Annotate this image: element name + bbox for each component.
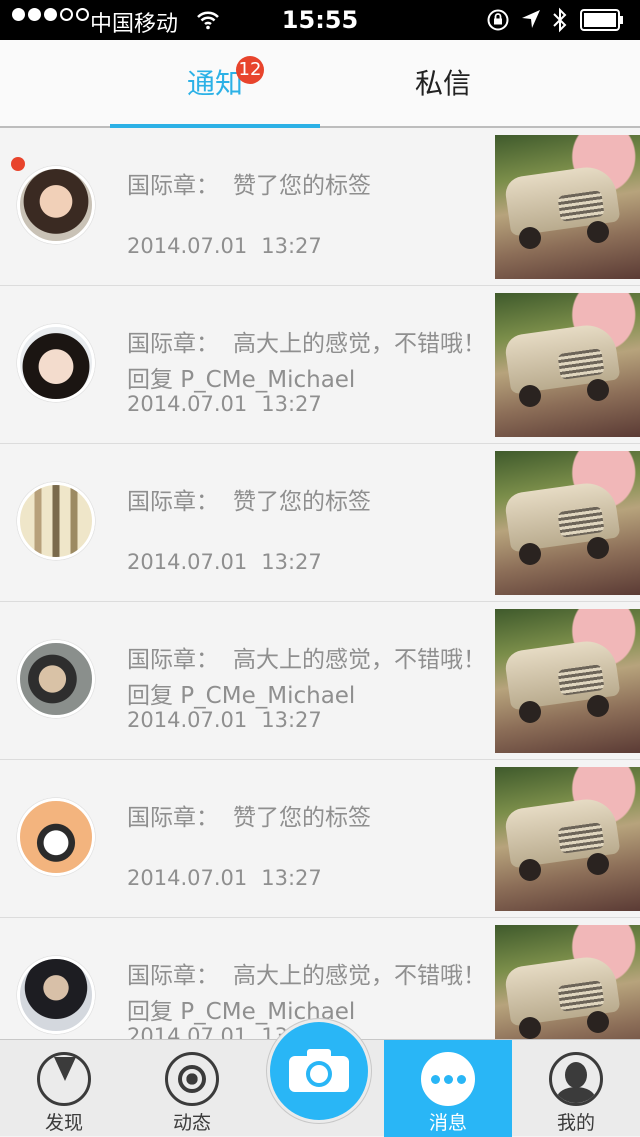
post-thumbnail[interactable] [495, 609, 640, 753]
tab-header: 通知 12 私信 [0, 40, 640, 128]
notification-reply: 回复 P_CMe_Michael [127, 367, 356, 393]
notification-time: 13:27 [261, 708, 322, 732]
notification-user: 国际章： [127, 963, 219, 989]
camera-icon [289, 1049, 349, 1092]
battery-icon [580, 9, 623, 31]
avatar[interactable] [17, 640, 95, 718]
tabbar-discover[interactable]: 发现 [0, 1040, 128, 1137]
notification-timestamp: 2014.07.01 13:27 [127, 550, 322, 574]
location-arrow-icon [522, 10, 540, 28]
notification-content: 高大上的感觉，不错哦！ [233, 647, 486, 673]
notification-time: 13:27 [261, 234, 322, 258]
notification-user: 国际章： [127, 489, 219, 515]
notification-reply: 回复 P_CMe_Michael [127, 683, 356, 709]
notification-time: 13:27 [261, 392, 322, 416]
tabbar-mine-label: 我的 [556, 1112, 595, 1134]
notification-time: 13:27 [261, 550, 322, 574]
tabbar-activity[interactable]: 动态 [128, 1040, 256, 1137]
tabbar-mine[interactable]: 我的 [512, 1040, 640, 1137]
notification-content: 高大上的感觉，不错哦！ [233, 331, 486, 357]
tabbar-activity-label: 动态 [172, 1112, 211, 1134]
tabbar-discover-label: 发现 [44, 1112, 83, 1134]
rotation-lock-icon [487, 9, 509, 31]
notification-timestamp: 2014.07.01 13:27 [127, 392, 322, 416]
notification-text: 国际章： 赞了您的标签 [127, 166, 371, 200]
avatar[interactable] [17, 166, 95, 244]
notification-content: 赞了您的标签 [233, 489, 371, 515]
notification-timestamp: 2014.07.01 13:27 [127, 866, 322, 890]
notification-row[interactable]: 国际章： 高大上的感觉，不错哦！ 回复 P_CMe_Michael 2014.07… [0, 602, 640, 760]
notification-text: 国际章： 赞了您的标签 [127, 798, 371, 832]
post-thumbnail[interactable] [495, 135, 640, 279]
status-bar: 中国移动 15:55 [0, 0, 640, 40]
notification-text: 国际章： 高大上的感觉，不错哦！ [127, 324, 486, 358]
tabbar-messages[interactable]: 消息 [384, 1040, 512, 1137]
post-thumbnail[interactable] [495, 293, 640, 437]
notification-row[interactable]: 国际章： 赞了您的标签 2014.07.01 13:27 [0, 444, 640, 602]
person-icon [549, 1052, 603, 1106]
notification-user: 国际章： [127, 647, 219, 673]
notification-user: 国际章： [127, 805, 219, 831]
avatar[interactable] [17, 482, 95, 560]
notification-user: 国际章： [127, 331, 219, 357]
notification-timestamp: 2014.07.01 13:27 [127, 708, 322, 732]
compass-icon [37, 1052, 91, 1106]
notification-text: 国际章： 赞了您的标签 [127, 482, 371, 516]
target-icon [165, 1052, 219, 1106]
notification-user: 国际章： [127, 173, 219, 199]
notification-date: 2014.07.01 [127, 392, 248, 416]
clock: 15:55 [281, 6, 359, 34]
notification-row[interactable]: 国际章： 赞了您的标签 2014.07.01 13:27 [0, 128, 640, 286]
notice-count-badge: 12 [236, 56, 264, 84]
camera-button[interactable] [270, 1022, 368, 1120]
bluetooth-icon [553, 7, 567, 33]
notification-row[interactable]: 国际章： 赞了您的标签 2014.07.01 13:27 [0, 760, 640, 918]
notification-date: 2014.07.01 [127, 708, 248, 732]
post-thumbnail[interactable] [495, 767, 640, 911]
tab-notice[interactable]: 通知 [110, 40, 320, 128]
notification-text: 国际章： 高大上的感觉，不错哦！ [127, 956, 486, 990]
notification-time: 13:27 [261, 866, 322, 890]
notification-text: 国际章： 高大上的感觉，不错哦！ [127, 640, 486, 674]
notification-content: 赞了您的标签 [233, 173, 371, 199]
notification-content: 赞了您的标签 [233, 805, 371, 831]
avatar[interactable] [17, 798, 95, 876]
notification-date: 2014.07.01 [127, 550, 248, 574]
unread-indicator [11, 157, 25, 171]
post-thumbnail[interactable] [495, 451, 640, 595]
notification-content: 高大上的感觉，不错哦！ [233, 963, 486, 989]
tabbar-messages-label: 消息 [428, 1112, 467, 1134]
avatar[interactable] [17, 956, 95, 1034]
notification-row[interactable]: 国际章： 高大上的感觉，不错哦！ 回复 P_CMe_Michael 2014.07… [0, 286, 640, 444]
tab-private-messages[interactable]: 私信 [338, 40, 548, 128]
notification-reply: 回复 P_CMe_Michael [127, 999, 356, 1025]
avatar[interactable] [17, 324, 95, 402]
notification-date: 2014.07.01 [127, 866, 248, 890]
chat-dots-icon [421, 1052, 475, 1106]
notification-timestamp: 2014.07.01 13:27 [127, 234, 322, 258]
notification-list[interactable]: 国际章： 赞了您的标签 2014.07.01 13:27 国际章： 高大上的感觉，不错… [0, 128, 640, 1076]
notification-date: 2014.07.01 [127, 234, 248, 258]
